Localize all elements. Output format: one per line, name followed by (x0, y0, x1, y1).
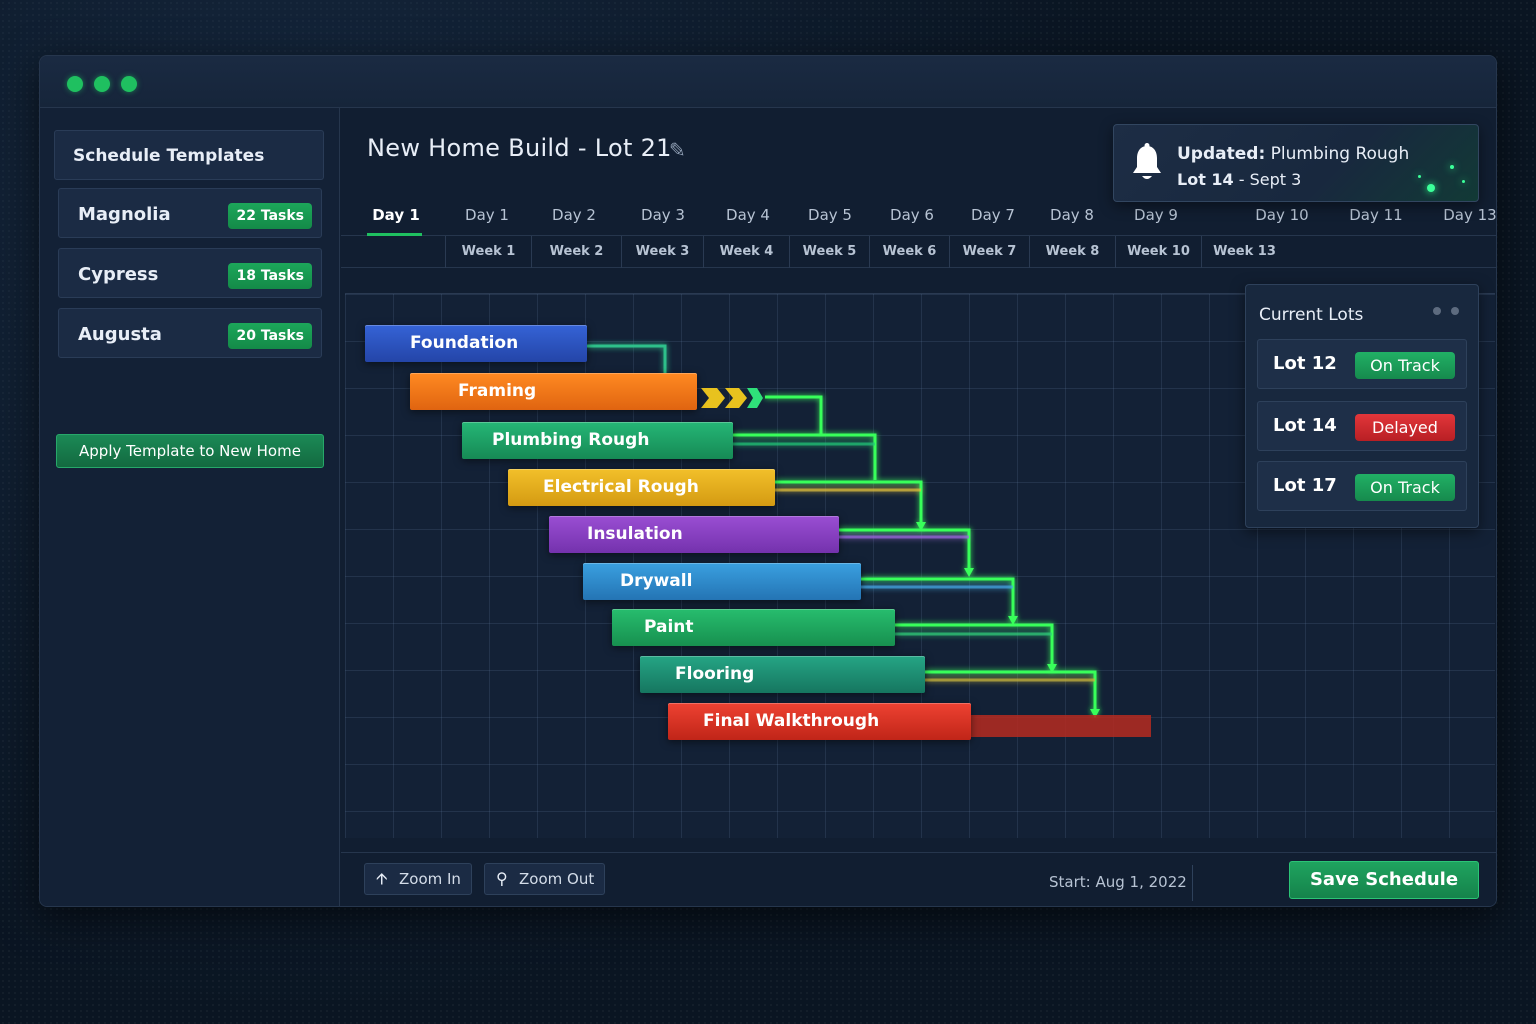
window-close-dot[interactable] (67, 76, 83, 92)
zoom-out-label: Zoom Out (519, 870, 595, 888)
week-label: Week 5 (789, 236, 869, 268)
template-name: Cypress (78, 264, 159, 285)
week-header-row: Week 1 Week 2 Week 3 Week 4 Week 5 Week … (341, 236, 1496, 268)
divider (1192, 865, 1193, 901)
day-tab[interactable]: Day 3 (632, 194, 694, 236)
lot-name: Lot 17 (1273, 475, 1337, 496)
day-tab[interactable]: Day 2 (543, 194, 605, 236)
week-label: Week 7 (949, 236, 1029, 268)
notification-date: - Sept 3 (1238, 170, 1302, 189)
notification-lot: Lot 14 (1177, 170, 1234, 189)
sidebar: Schedule Templates Magnolia 22 Tasks Cyp… (40, 108, 340, 906)
task-bar-drywall[interactable]: Drywall (583, 563, 861, 600)
lot-row-14[interactable]: Lot 14 Delayed (1257, 401, 1467, 451)
lots-panel-title: Current Lots (1259, 305, 1364, 325)
schedule-main: New Home Build - Lot 21 ✎ Updated: Plumb… (341, 108, 1496, 906)
task-count-badge: 22 Tasks (228, 203, 312, 229)
day-tab[interactable]: Day 4 (717, 194, 779, 236)
apply-template-button[interactable]: Apply Template to New Home (56, 434, 324, 468)
lot-row-12[interactable]: Lot 12 On Track (1257, 339, 1467, 389)
start-date: Start: Aug 1, 2022 (1049, 873, 1187, 891)
zoom-in-label: Zoom In (399, 870, 461, 888)
status-badge: On Track (1355, 474, 1455, 501)
template-item-cypress[interactable]: Cypress 18 Tasks (58, 248, 322, 298)
lot-name: Lot 12 (1273, 353, 1337, 374)
sparkle (1450, 165, 1454, 169)
template-item-augusta[interactable]: Augusta 20 Tasks (58, 308, 322, 358)
zoom-in-button[interactable]: 🡩 Zoom In (364, 863, 472, 895)
task-count-badge: 20 Tasks (228, 323, 312, 349)
window-minimize-dot[interactable] (94, 76, 110, 92)
task-bar-framing[interactable]: Framing (410, 373, 697, 410)
task-bar-insulation[interactable]: Insulation (549, 516, 839, 553)
title-bar (40, 56, 1496, 108)
task-bar-electrical-rough[interactable]: Electrical Rough (508, 469, 775, 506)
window-maximize-dot[interactable] (121, 76, 137, 92)
day-tab[interactable]: Day 6 (881, 194, 943, 236)
pencil-icon[interactable]: ✎ (669, 138, 686, 162)
page-title: New Home Build - Lot 21 (367, 134, 672, 162)
day-tab[interactable]: Day 1 (456, 194, 518, 236)
week-label: Week 8 (1029, 236, 1115, 268)
day-tab[interactable]: Day 1 (367, 194, 425, 236)
notification-task: Plumbing Rough (1270, 144, 1410, 164)
task-bar-plumbing-rough[interactable]: Plumbing Rough (462, 422, 733, 459)
week-label: Week 10 (1115, 236, 1201, 268)
arrow-up-icon: 🡩 (376, 869, 388, 888)
notification-prefix: Updated: (1177, 144, 1266, 164)
lot-row-17[interactable]: Lot 17 On Track (1257, 461, 1467, 511)
sparkle (1462, 180, 1465, 183)
task-bar-paint[interactable]: Paint (612, 609, 895, 646)
notification-detail: Lot 14 - Sept 3 (1177, 170, 1301, 189)
footer-bar: 🡩 Zoom In ⚲ Zoom Out Start: Aug 1, 2022 … (341, 852, 1496, 906)
template-item-magnolia[interactable]: Magnolia 22 Tasks (58, 188, 322, 238)
template-name: Magnolia (78, 204, 171, 225)
day-tab[interactable]: Day 8 (1041, 194, 1103, 236)
day-tab[interactable]: Day 7 (962, 194, 1024, 236)
save-schedule-button[interactable]: Save Schedule (1289, 861, 1479, 899)
week-label: Week 3 (621, 236, 703, 268)
week-label: Week 1 (445, 236, 531, 268)
app-window: Schedule Templates Magnolia 22 Tasks Cyp… (39, 55, 1497, 907)
status-badge: On Track (1355, 352, 1455, 379)
task-bar-foundation[interactable]: Foundation (365, 325, 587, 362)
notification-title: Updated: Plumbing Rough (1177, 144, 1409, 164)
search-icon: ⚲ (496, 869, 508, 888)
sparkle (1418, 175, 1421, 178)
template-name: Augusta (78, 324, 162, 345)
status-badge: Delayed (1355, 414, 1455, 441)
week-label: Week 2 (531, 236, 621, 268)
task-count-badge: 18 Tasks (228, 263, 312, 289)
update-notification[interactable]: Updated: Plumbing Rough Lot 14 - Sept 3 (1113, 124, 1479, 202)
day-tab[interactable]: Day 5 (799, 194, 861, 236)
current-lots-panel: Current Lots Lot 12 On Track Lot 14 Dela… (1245, 284, 1479, 528)
sparkle (1427, 184, 1435, 192)
panel-menu-dot[interactable] (1451, 307, 1459, 315)
task-bar-final-walkthrough[interactable]: Final Walkthrough (668, 703, 971, 740)
panel-menu-dot[interactable] (1433, 307, 1441, 315)
sidebar-header: Schedule Templates (54, 130, 324, 180)
week-label: Week 13 (1201, 236, 1287, 268)
lot-name: Lot 14 (1273, 415, 1337, 436)
task-bar-flooring[interactable]: Flooring (640, 656, 925, 693)
week-label: Week 6 (869, 236, 949, 268)
week-label: Week 4 (703, 236, 789, 268)
bell-icon (1133, 143, 1161, 179)
zoom-out-button[interactable]: ⚲ Zoom Out (484, 863, 605, 895)
